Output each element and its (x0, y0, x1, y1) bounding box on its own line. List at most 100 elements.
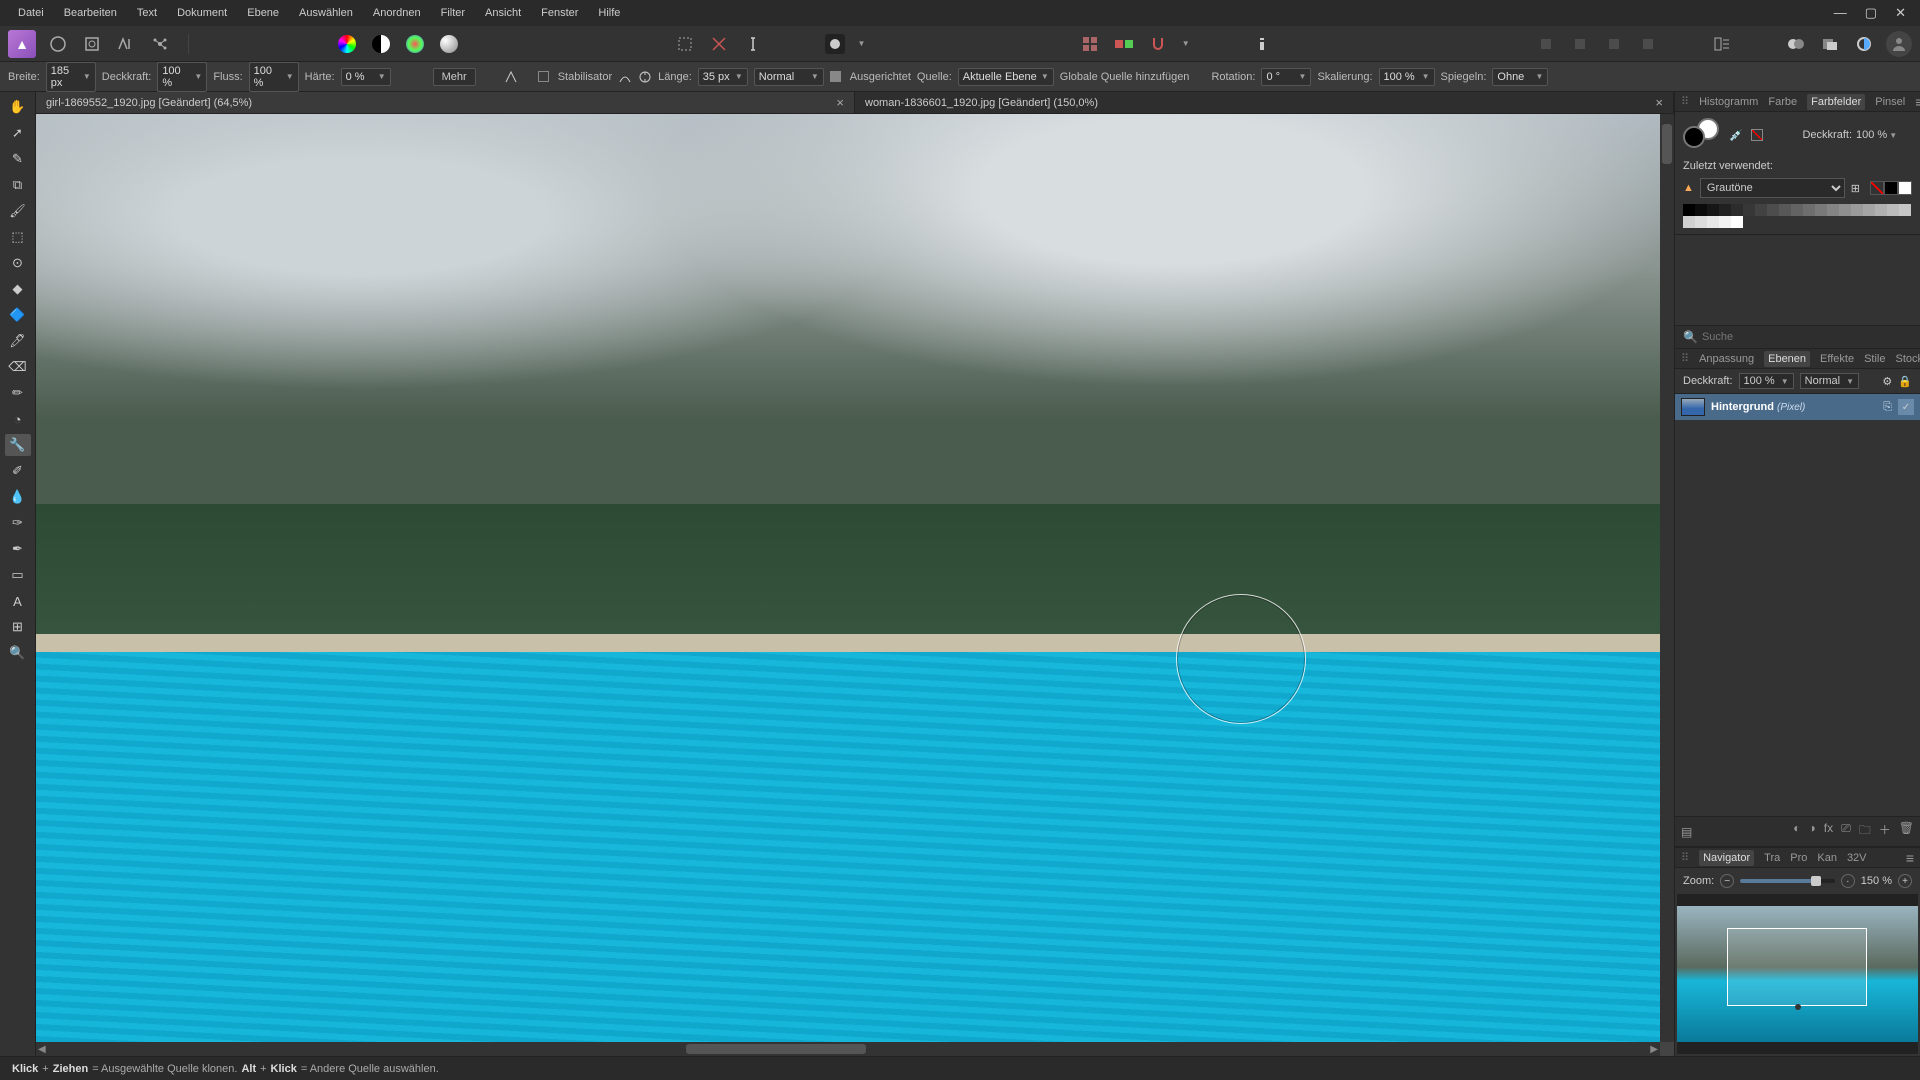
blend-3-icon[interactable] (1852, 32, 1876, 56)
menu-fenster[interactable]: Fenster (531, 3, 588, 23)
menu-filter[interactable]: Filter (431, 3, 475, 23)
tab-1-close-icon[interactable]: × (836, 95, 844, 110)
toggle-labels-icon[interactable] (1112, 32, 1136, 56)
layer-row[interactable]: Hintergrund (Pixel) ⎘ ✓ (1675, 394, 1920, 420)
tab-brushes[interactable]: Pinsel (1875, 96, 1905, 108)
tab-effects[interactable]: Effekte (1820, 353, 1854, 365)
layer-group-icon[interactable]: ▤ (1681, 825, 1692, 839)
swatch[interactable] (1875, 204, 1887, 216)
menu-text[interactable]: Text (127, 3, 167, 23)
smudge-tool-icon[interactable]: ◔ (5, 408, 31, 430)
panel-grip-icon[interactable]: ⠿ (1681, 352, 1689, 365)
tab-adjustment[interactable]: Anpassung (1699, 353, 1754, 365)
color-wheel-icon[interactable] (335, 32, 359, 56)
erase-tool-icon[interactable]: ⌫ (5, 356, 31, 378)
user-avatar-icon[interactable] (1886, 31, 1912, 57)
mask-icon[interactable] (825, 34, 845, 54)
swatch[interactable] (1683, 204, 1695, 216)
grid-icon[interactable] (1078, 32, 1102, 56)
layer-lock-icon[interactable]: 🔒 (1898, 375, 1912, 388)
aligned-checkbox[interactable] (830, 71, 841, 82)
hardness-dropdown[interactable]: 0 %▼ (341, 68, 391, 86)
swatch[interactable] (1707, 204, 1719, 216)
tab-channels[interactable]: Kan (1817, 852, 1837, 864)
tab-transform[interactable]: Tra (1764, 852, 1780, 864)
scale-dropdown[interactable]: 100 %▼ (1379, 68, 1435, 86)
persona-liquify-icon[interactable] (80, 32, 104, 56)
align-2-icon[interactable] (1568, 32, 1592, 56)
tab-styles[interactable]: Stile (1864, 353, 1885, 365)
swatch[interactable] (1743, 204, 1755, 216)
align-4-icon[interactable] (1636, 32, 1660, 56)
scroll-handle[interactable] (686, 1044, 866, 1054)
swatch[interactable] (1887, 204, 1899, 216)
more-button[interactable]: Mehr (433, 68, 476, 86)
marquee-tool-icon[interactable]: ⬚ (5, 226, 31, 248)
align-3-icon[interactable] (1602, 32, 1626, 56)
eyedropper-icon[interactable]: 💉 (1729, 129, 1743, 142)
layer-blend-dropdown[interactable]: Normal▼ (1800, 373, 1859, 389)
source-dropdown[interactable]: Aktuelle Ebene▼ (958, 68, 1054, 86)
rotation-dropdown[interactable]: 0 °▼ (1261, 68, 1311, 86)
swatch[interactable] (1803, 204, 1815, 216)
swatch[interactable] (1731, 204, 1743, 216)
swatch[interactable] (1898, 181, 1912, 195)
navigator-viewport-rect[interactable] (1727, 928, 1867, 1006)
menu-anordnen[interactable]: Anordnen (363, 3, 431, 23)
no-color-icon[interactable] (1751, 129, 1763, 141)
panel-grip-icon[interactable]: ⠿ (1681, 95, 1689, 108)
layer-fx-icon[interactable]: fx (1824, 821, 1833, 842)
blend-2-icon[interactable] (1818, 32, 1842, 56)
tab-swatches[interactable]: Farbfelder (1807, 94, 1865, 110)
palette-select[interactable]: Grautöne (1700, 178, 1845, 198)
zoom-slider-handle[interactable] (1811, 876, 1821, 886)
layer-gear-icon[interactable]: ⚙ (1882, 375, 1892, 388)
swatch[interactable] (1884, 181, 1898, 195)
canvas[interactable] (36, 114, 1660, 1042)
swatch[interactable] (1851, 204, 1863, 216)
heal-tool-icon[interactable]: 🔧 (5, 434, 31, 456)
align-1-icon[interactable] (1534, 32, 1558, 56)
zoom-locate-icon[interactable]: · (1841, 874, 1855, 888)
clone-tool-icon[interactable]: ✏ (5, 382, 31, 404)
menu-ebene[interactable]: Ebene (237, 3, 289, 23)
document-tab-1[interactable]: girl-1869552_1920.jpg [Geändert] (64,5%)… (36, 92, 855, 113)
layer-opacity-dropdown[interactable]: 100 %▼ (1739, 373, 1794, 389)
hsl-adjust-icon[interactable] (403, 32, 427, 56)
menu-auswaehlen[interactable]: Auswählen (289, 3, 363, 23)
layer-delete-icon[interactable]: 🗑 (1899, 821, 1914, 842)
panel-opacity-dropdown[interactable]: 100 %▼ (1856, 129, 1912, 141)
tab-navigator[interactable]: Navigator (1699, 850, 1754, 866)
blend-mode-dropdown[interactable]: Normal▼ (754, 68, 824, 86)
flow-dropdown[interactable]: 100 %▼ (249, 62, 299, 92)
tab-2-close-icon[interactable]: × (1655, 95, 1663, 110)
pen-tool-icon[interactable]: ✑ (5, 512, 31, 534)
add-global-source-button[interactable]: Globale Quelle hinzufügen (1060, 71, 1190, 83)
flood-tool-icon[interactable]: ◆ (5, 278, 31, 300)
text-tool-icon[interactable]: A (5, 590, 31, 612)
blend-1-icon[interactable] (1784, 32, 1808, 56)
navigator-preview[interactable] (1677, 894, 1918, 1054)
swatch[interactable] (1695, 216, 1707, 228)
swatch[interactable] (1779, 204, 1791, 216)
layer-visibility-checkbox[interactable]: ✓ (1898, 399, 1914, 415)
tab-color[interactable]: Farbe (1768, 96, 1797, 108)
swatch[interactable] (1719, 216, 1731, 228)
panel-grip-icon[interactable]: ⠿ (1681, 851, 1689, 864)
zoom-out-icon[interactable]: − (1720, 874, 1734, 888)
selection-brush-tool-icon[interactable]: 🖌 (5, 200, 31, 222)
gradient-tool-icon[interactable]: 🔷 (5, 304, 31, 326)
vertical-scrollbar[interactable] (1660, 114, 1674, 1042)
swatch[interactable] (1863, 204, 1875, 216)
swatch[interactable] (1791, 204, 1803, 216)
stabilizer-checkbox[interactable] (538, 71, 549, 82)
window-stab-icon[interactable] (638, 70, 652, 84)
paint-brush-tool-icon[interactable]: 🖊 (5, 330, 31, 352)
menu-datei[interactable]: Datei (8, 3, 54, 23)
layer-link-icon[interactable]: ⎘ (1883, 401, 1892, 414)
crop-tool-icon[interactable]: ⧉ (5, 174, 31, 196)
tab-histogram[interactable]: Histogramm (1699, 96, 1758, 108)
tab-layers[interactable]: Ebenen (1764, 351, 1810, 367)
gradient-adjust-icon[interactable] (437, 32, 461, 56)
search-input[interactable] (1702, 331, 1912, 343)
